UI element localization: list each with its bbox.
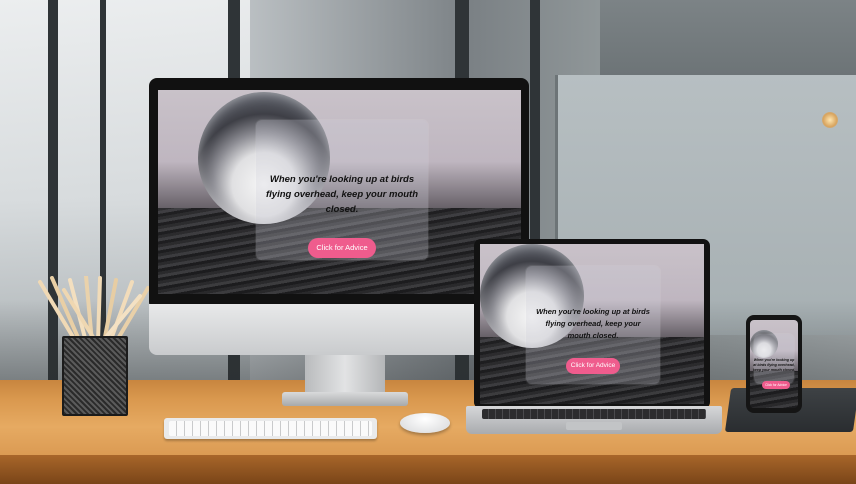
ceiling-light (822, 112, 838, 128)
advice-quote: When you're looking up at birds flying o… (752, 358, 796, 372)
mouse (400, 413, 450, 433)
advice-quote: When you're looking up at birds flying o… (536, 307, 650, 340)
monitor-chin (149, 304, 529, 355)
phone-screen: When you're looking up at birds flying o… (750, 320, 798, 408)
background-wall (600, 0, 856, 75)
desktop-screen: When you're looking up at birds flying o… (158, 90, 521, 294)
pencil-cup (62, 336, 128, 416)
laptop-keyboard (482, 409, 706, 419)
pencils-icon (38, 276, 150, 342)
advice-button[interactable]: Click for Advice (762, 381, 790, 389)
keyboard (164, 418, 377, 439)
office-scene: When you're looking up at birds flying o… (0, 0, 856, 484)
desk-edge (0, 455, 856, 484)
monitor-stand (305, 355, 385, 395)
laptop-screen: When you're looking up at birds flying o… (480, 244, 704, 404)
keyboard-keys (169, 421, 372, 436)
advice-quote: When you're looking up at birds flying o… (265, 174, 419, 215)
monitor-stand-base (282, 392, 408, 406)
advice-button[interactable]: Click for Advice (566, 358, 620, 374)
advice-button[interactable]: Click for Advice (308, 238, 376, 258)
laptop-trackpad (566, 422, 622, 430)
